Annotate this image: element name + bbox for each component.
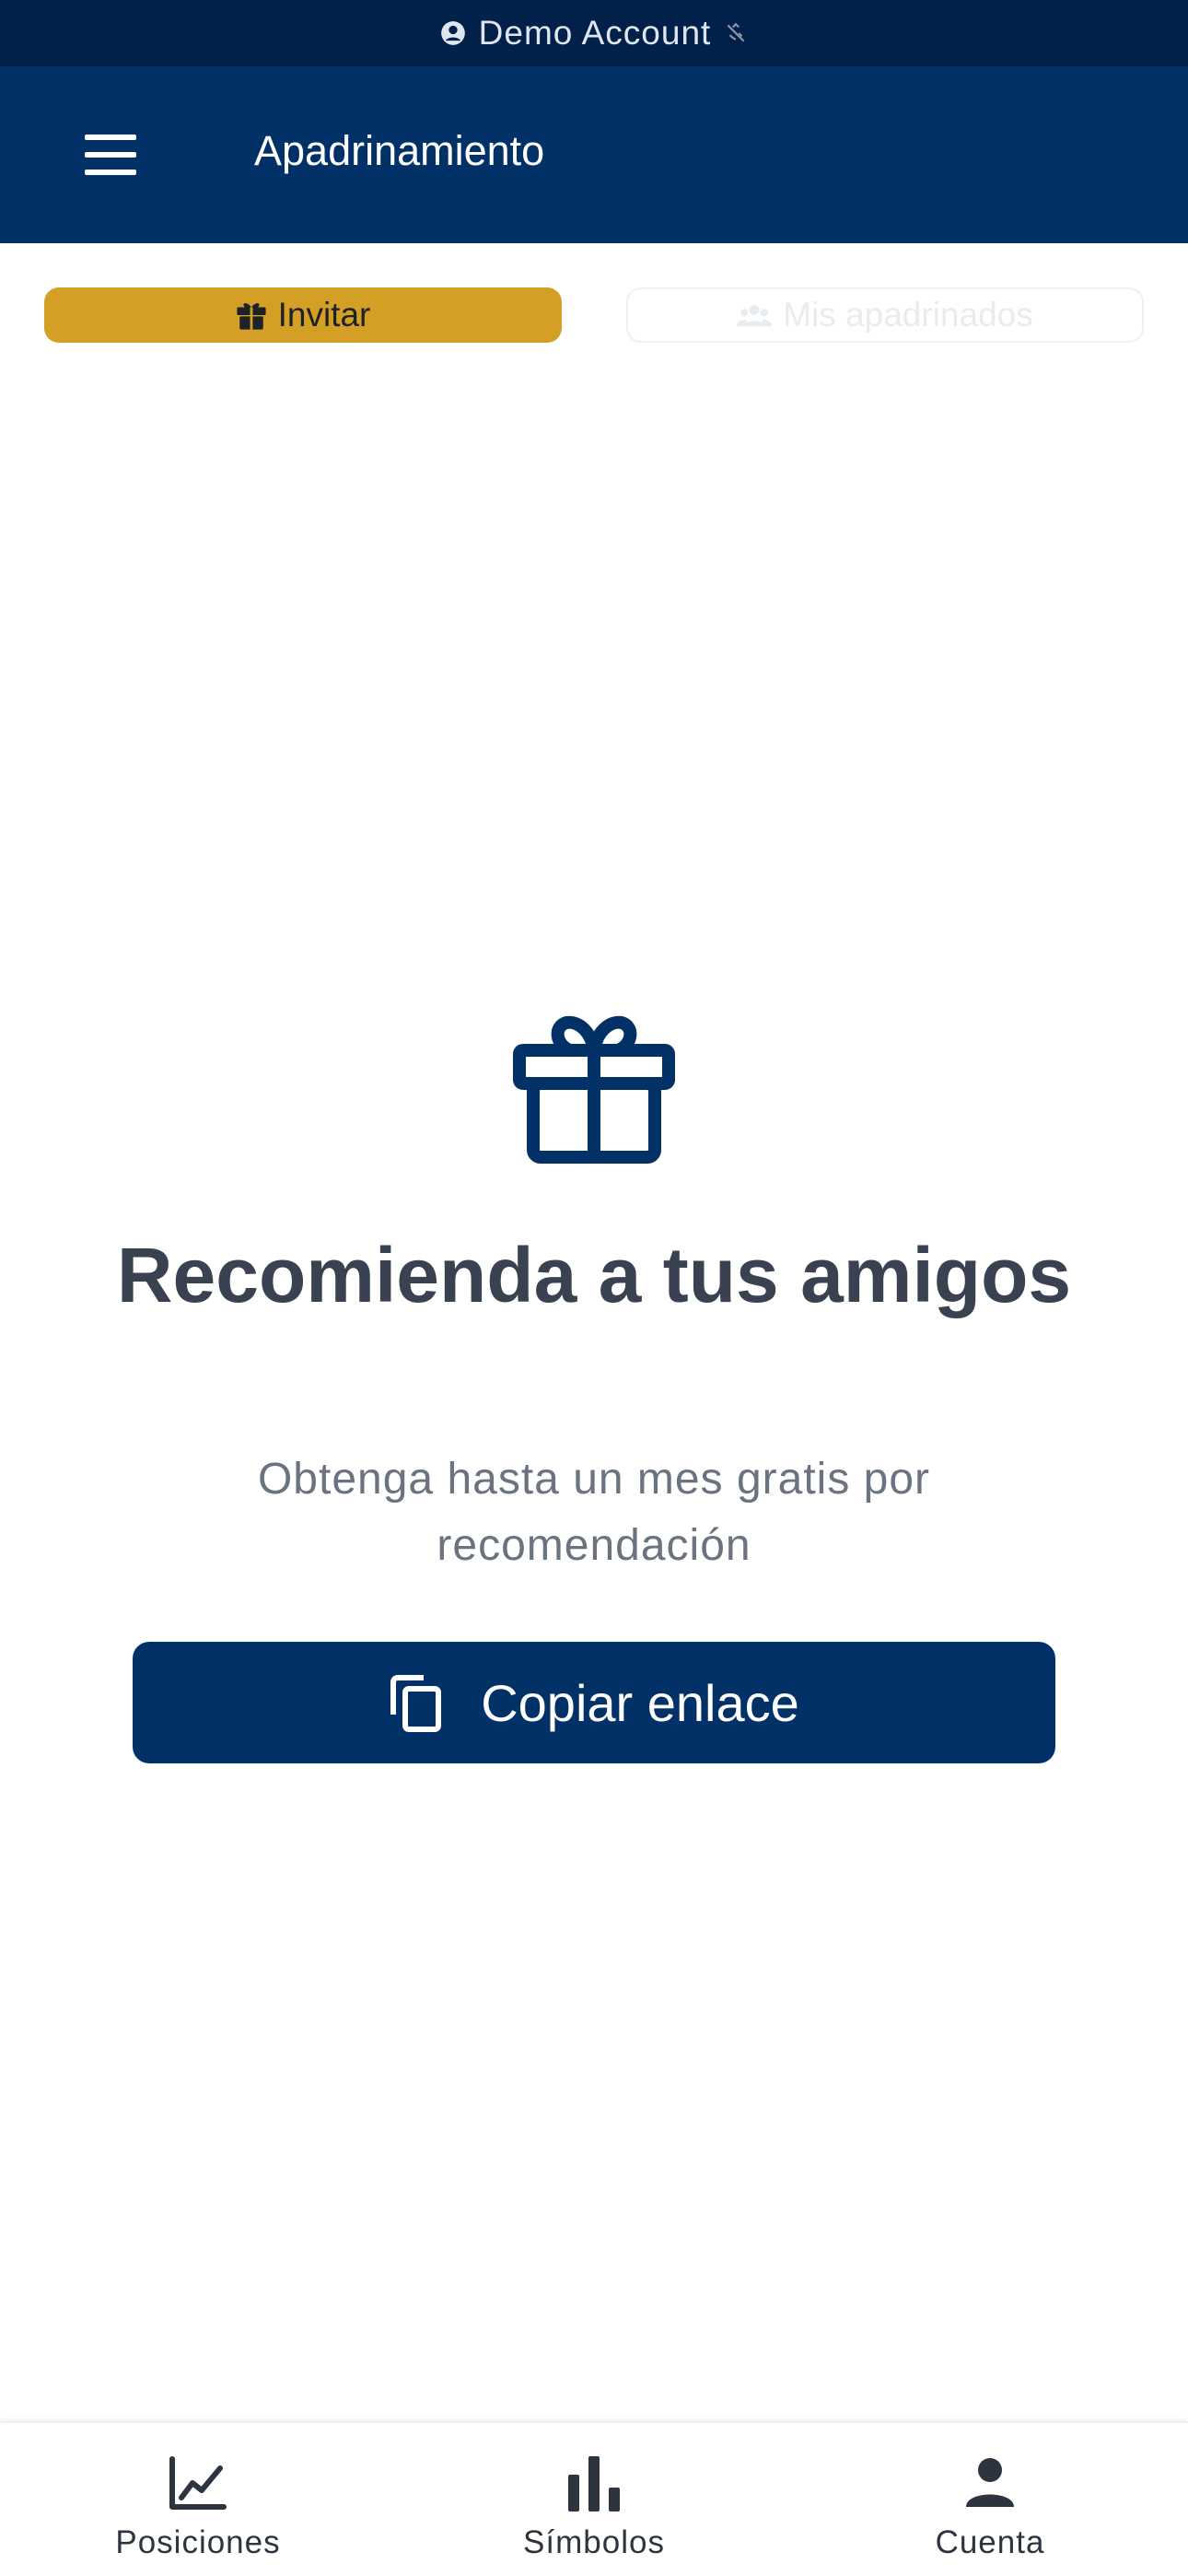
demo-account-label: Demo Account: [478, 14, 712, 52]
hero-subtitle-text: Obtenga hasta un mes gratis por recomend…: [257, 1455, 931, 1570]
demo-account-banner: Demo Account: [0, 0, 1188, 66]
hero-subtitle: Obtenga hasta un mes gratis por recomend…: [0, 1446, 1188, 1579]
nav-symbols-label: Símbolos: [523, 2524, 665, 2560]
large-gift-icon: [511, 1013, 677, 1165]
nav-account-label: Cuenta: [935, 2524, 1045, 2560]
hamburger-menu-icon[interactable]: [85, 135, 136, 175]
copy-icon: [389, 1672, 444, 1733]
gift-icon: [236, 300, 267, 330]
bar-chart-icon: [566, 2451, 622, 2515]
chart-line-icon: [169, 2451, 227, 2515]
nav-positions-label: Posiciones: [115, 2524, 281, 2560]
app-header: Apadrinamiento: [0, 66, 1188, 243]
users-icon: [737, 302, 773, 328]
page-title: Apadrinamiento: [254, 127, 545, 174]
tab-my-referrals[interactable]: Mis apadrinados: [626, 287, 1144, 343]
referral-page: Demo Account Apadrinamiento Invitar Mis …: [0, 0, 1188, 2576]
tab-my-referrals-label: Mis apadrinados: [783, 296, 1033, 334]
nav-symbols[interactable]: Símbolos: [456, 2423, 732, 2576]
copy-link-button[interactable]: Copiar enlace: [133, 1642, 1055, 1763]
tab-invite-label: Invitar: [277, 296, 371, 334]
tab-invite[interactable]: Invitar: [44, 287, 562, 343]
referral-tabs: Invitar Mis apadrinados: [44, 287, 1144, 343]
nav-positions[interactable]: Posiciones: [60, 2423, 336, 2576]
signal-off-icon: [724, 21, 748, 45]
hero-title: Recomienda a tus amigos: [116, 1232, 1072, 1318]
copy-link-label: Copiar enlace: [481, 1673, 799, 1732]
person-icon: [964, 2451, 1016, 2515]
bottom-navigation: Posiciones Símbolos Cuenta: [0, 2421, 1188, 2576]
nav-account[interactable]: Cuenta: [852, 2423, 1128, 2576]
user-circle-icon: [440, 20, 466, 46]
